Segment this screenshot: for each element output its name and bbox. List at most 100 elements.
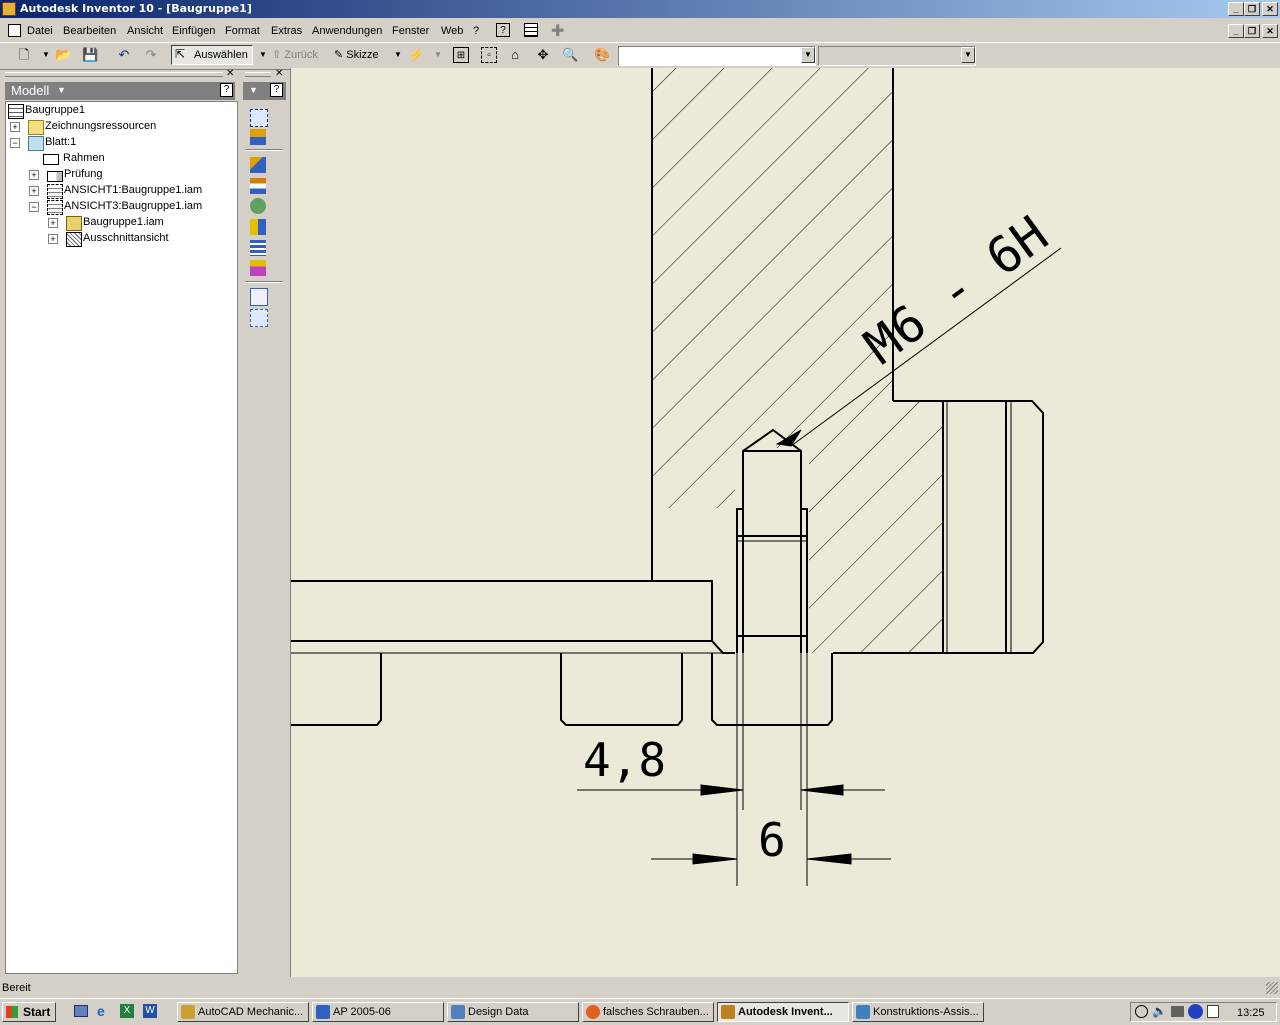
chevron-down-icon[interactable]: ▼ <box>249 85 258 95</box>
panel-icon[interactable] <box>524 23 538 37</box>
plus-icon[interactable]: ✚ <box>551 21 564 41</box>
pan-icon[interactable]: ✥ <box>535 47 551 63</box>
help-icon[interactable]: ? <box>220 83 233 97</box>
tray-app-icon[interactable] <box>1207 1005 1219 1018</box>
whats-this-icon[interactable]: ? <box>496 23 510 37</box>
drawing-canvas[interactable]: M6 - 6H 4,8 6 <box>290 68 1280 977</box>
menu-web[interactable]: Web <box>441 25 463 37</box>
sketch-button[interactable]: ✎ Skizze <box>334 48 379 61</box>
model-browser: ✕ Modell ▼ ? Baugruppe1 + Zeichnungsress… <box>3 68 238 974</box>
show-desktop-icon[interactable] <box>74 1005 88 1017</box>
task-browser[interactable]: falsches Schrauben... <box>582 1002 714 1022</box>
expand-icon[interactable]: + <box>48 218 58 228</box>
task-konstruktions[interactable]: Konstruktions-Assis... <box>852 1002 984 1022</box>
view-icon <box>47 184 63 199</box>
zoom-all-icon[interactable]: ⊞ <box>453 47 469 63</box>
internet-explorer-icon[interactable]: e <box>97 1003 105 1019</box>
menu-format[interactable]: Format <box>225 25 260 37</box>
dimension-inner[interactable]: 4,8 <box>583 733 666 787</box>
menu-extras[interactable]: Extras <box>271 25 302 37</box>
task-design-data[interactable]: Design Data <box>447 1002 579 1022</box>
dimension-outer[interactable]: 6 <box>758 813 786 867</box>
menu-fenster[interactable]: Fenster <box>392 25 429 37</box>
section-view-icon[interactable] <box>250 157 266 173</box>
help-icon[interactable]: ? <box>270 83 283 97</box>
network-icon[interactable] <box>1171 1006 1184 1017</box>
redo-icon[interactable]: ↷ <box>143 47 159 63</box>
task-ap2005[interactable]: AP 2005-06 <box>312 1002 444 1022</box>
standard-toolbar: 🗋 ▼ 📂 💾 ↶ ↷ ⇱ Auswählen ▼ ⇧ Zurück ✎ Ski… <box>0 42 1280 70</box>
doc-close-button[interactable]: ✕ <box>1262 24 1278 38</box>
start-button[interactable]: Start <box>2 1002 56 1022</box>
update-icon[interactable]: ⚡ <box>408 47 424 63</box>
minimize-button[interactable]: _ <box>1228 2 1244 16</box>
menu-datei[interactable]: Datei <box>27 25 53 37</box>
expand-icon[interactable]: + <box>29 170 39 180</box>
projected-view-icon[interactable] <box>250 129 266 145</box>
close-button[interactable]: ✕ <box>1262 2 1278 16</box>
monitor-icon[interactable] <box>1188 1004 1203 1019</box>
folder-icon <box>28 120 44 135</box>
expand-icon[interactable]: + <box>29 186 39 196</box>
doc-minimize-button[interactable]: _ <box>1228 24 1244 38</box>
clock[interactable]: 13:25 <box>1237 1007 1265 1019</box>
style-combo[interactable]: ▼ <box>618 46 816 66</box>
drawing-sheet[interactable]: M6 - 6H 4,8 6 <box>291 68 1280 977</box>
chevron-down-icon[interactable]: ▼ <box>961 47 975 63</box>
menu-bearbeiten[interactable]: Bearbeiten <box>63 25 116 37</box>
chevron-down-icon[interactable]: ▼ <box>255 47 271 63</box>
task-inventor[interactable]: Autodesk Invent... <box>717 1002 849 1022</box>
detail-view-icon[interactable] <box>250 178 266 194</box>
draft-view-icon[interactable] <box>250 309 268 327</box>
doc-restore-button[interactable]: ❐ <box>1244 24 1260 38</box>
word-icon[interactable]: W <box>143 1004 157 1018</box>
broken-view-icon[interactable] <box>250 198 266 214</box>
open-icon[interactable]: 📂 <box>55 47 71 63</box>
new-icon[interactable]: 🗋 <box>16 47 32 63</box>
excel-icon[interactable]: X <box>120 1004 134 1018</box>
chevron-down-icon[interactable]: ▼ <box>390 47 406 63</box>
menu-ansicht[interactable]: Ansicht <box>127 25 163 37</box>
new-sheet-icon[interactable] <box>250 288 268 306</box>
clock-tray-icon[interactable] <box>1135 1005 1148 1018</box>
crop-icon[interactable] <box>250 240 266 256</box>
assistant-icon <box>856 1005 870 1019</box>
break-out-icon[interactable] <box>250 219 266 235</box>
volume-icon[interactable]: 🔈 <box>1152 1004 1167 1018</box>
close-icon[interactable]: ✕ <box>275 68 283 79</box>
restore-button[interactable]: ❐ <box>1244 2 1260 16</box>
task-label: AP 2005-06 <box>333 1006 391 1018</box>
menu-einfuegen[interactable]: Einfügen <box>172 25 215 37</box>
slice-icon[interactable] <box>250 260 266 276</box>
color-style-icon[interactable]: 🎨 <box>594 47 610 63</box>
expand-icon[interactable]: + <box>10 122 20 132</box>
zoom-selected-icon[interactable]: 🔍 <box>562 47 578 63</box>
base-view-icon[interactable] <box>250 109 268 127</box>
panel-grip[interactable] <box>245 72 271 77</box>
browser-header[interactable]: Modell ▼ ? <box>5 82 235 100</box>
menu-bar: Datei Bearbeiten Ansicht Einfügen Format… <box>0 21 1280 41</box>
document-icon[interactable] <box>8 24 21 37</box>
zoom-icon[interactable]: ⌂ <box>507 47 523 63</box>
zoom-window-icon[interactable]: ▫ <box>481 47 497 63</box>
layer-combo[interactable]: ▼ <box>818 46 976 66</box>
chevron-down-icon[interactable]: ▼ <box>430 47 446 63</box>
expand-icon[interactable]: + <box>48 234 58 244</box>
task-autocad[interactable]: AutoCAD Mechanic... <box>177 1002 309 1022</box>
menu-help[interactable]: ? <box>473 25 479 37</box>
chevron-down-icon[interactable]: ▼ <box>801 47 815 63</box>
panel-header[interactable]: ▼ ? <box>243 82 286 100</box>
select-button[interactable]: ⇱ Auswählen <box>171 45 253 65</box>
save-icon[interactable]: 💾 <box>82 47 98 63</box>
status-text: Bereit <box>2 982 31 994</box>
browser-grip[interactable] <box>5 72 223 77</box>
collapse-icon[interactable]: − <box>29 202 39 212</box>
chevron-down-icon[interactable]: ▼ <box>38 47 54 63</box>
resize-grip-icon[interactable] <box>1266 982 1278 994</box>
back-button[interactable]: ⇧ Zurück <box>272 48 318 61</box>
menu-anwendungen[interactable]: Anwendungen <box>312 25 382 37</box>
close-icon[interactable]: ✕ <box>226 68 234 79</box>
chevron-down-icon[interactable]: ▼ <box>57 85 66 95</box>
undo-icon[interactable]: ↶ <box>116 47 132 63</box>
collapse-icon[interactable]: − <box>10 138 20 148</box>
